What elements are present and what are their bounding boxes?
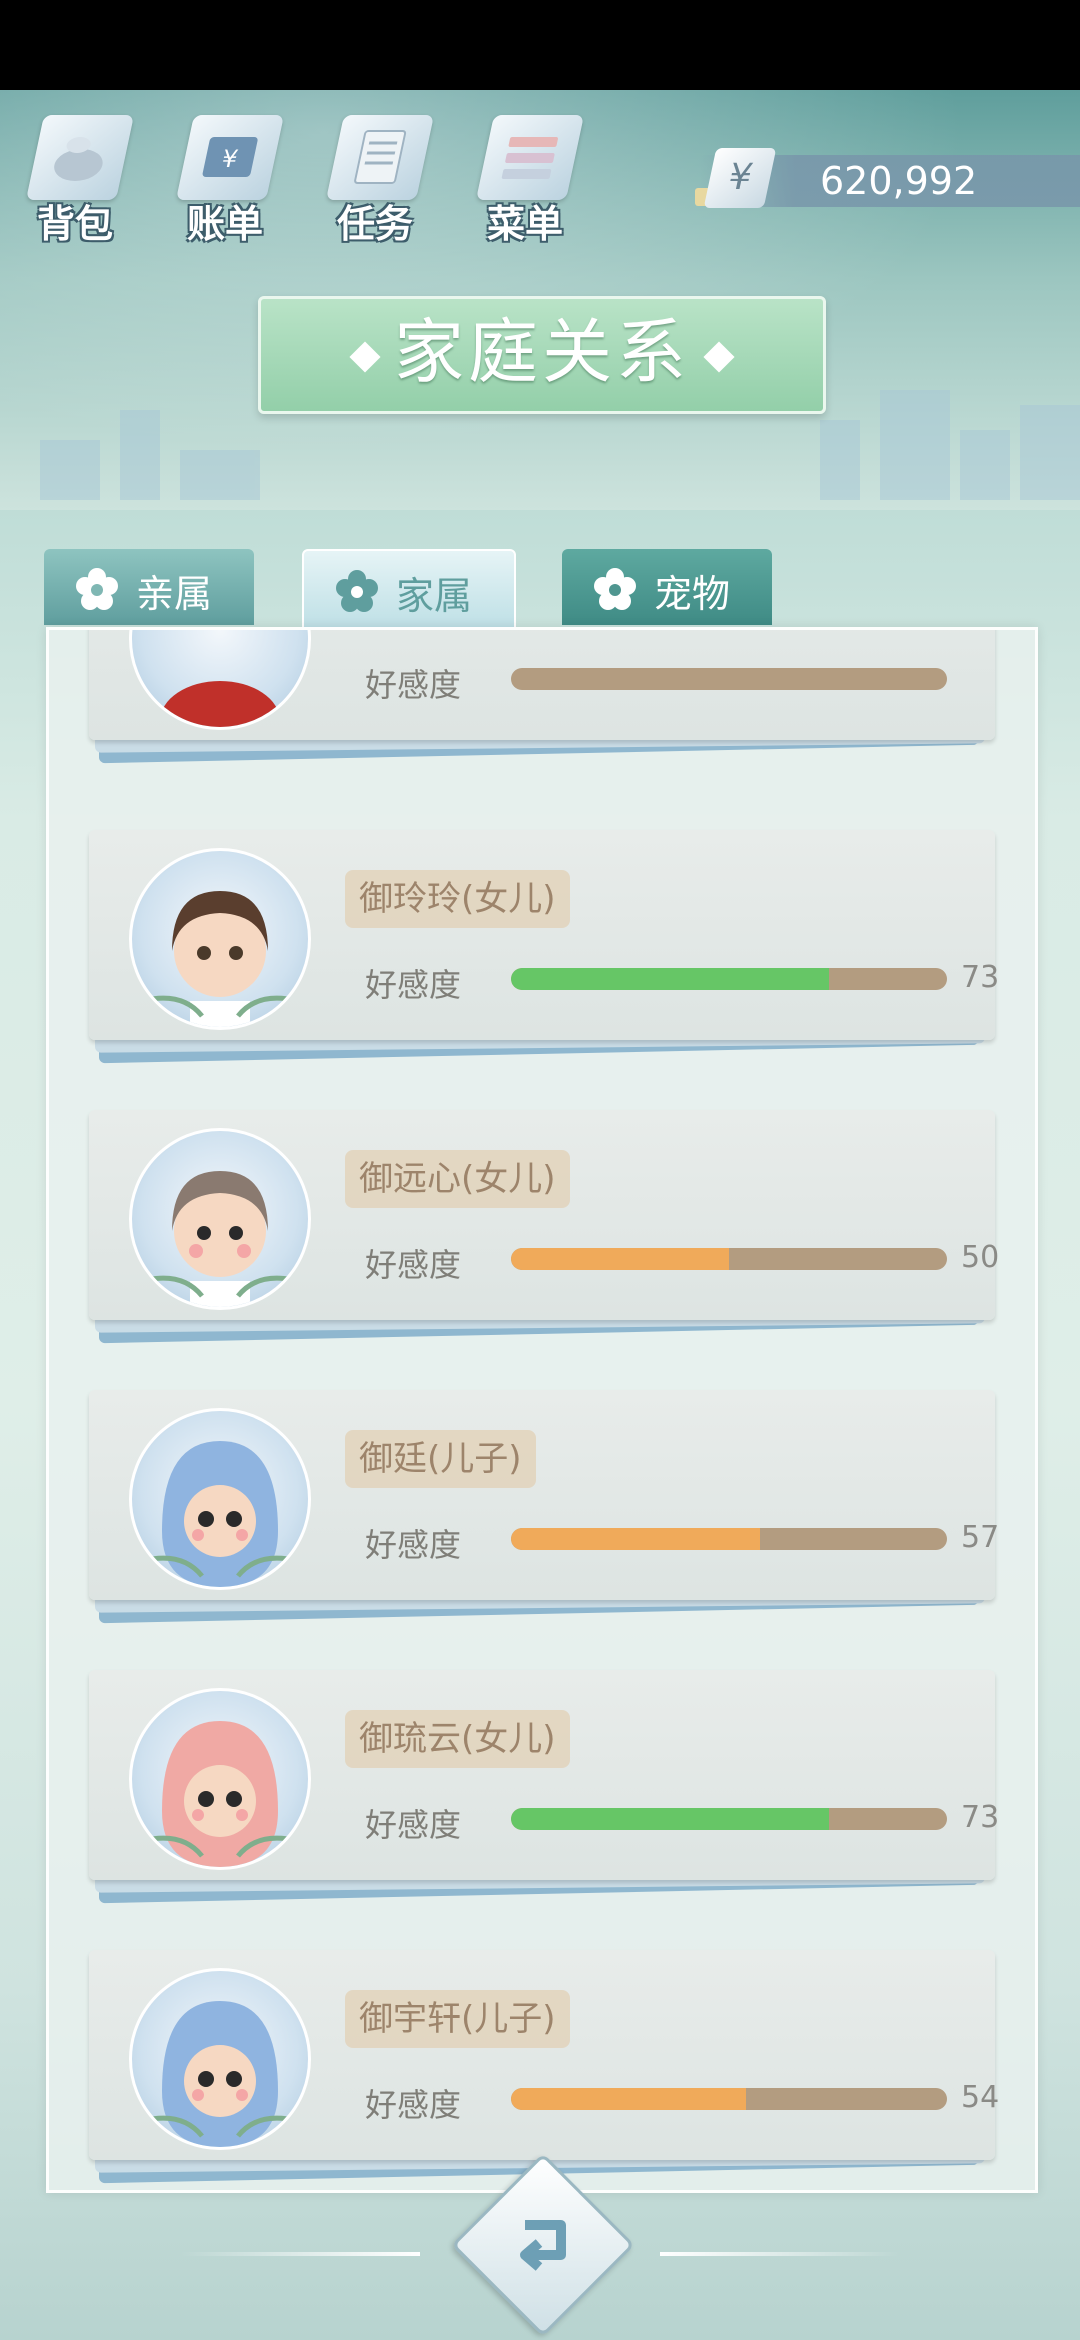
favor-label: 好感度	[365, 1246, 462, 1284]
member-card[interactable]: 御宇轩(儿子) 好感度 54	[89, 1950, 999, 2184]
favor-bar-fill	[511, 968, 830, 990]
member-name: 御宇轩(儿子)	[345, 1990, 570, 2048]
bag-button[interactable]: 背包	[10, 105, 140, 246]
card-face: 御玲玲(女儿) 好感度 73	[89, 830, 999, 1040]
favor-label: 好感度	[365, 666, 462, 704]
card-face: 御廷(儿子) 好感度 57	[89, 1390, 999, 1600]
member-avatar	[129, 630, 311, 730]
bill-button[interactable]: ¥ 账单	[160, 105, 290, 246]
favor-bar-fill	[511, 1528, 760, 1550]
task-button[interactable]: 任务	[310, 105, 440, 246]
member-avatar	[129, 1128, 311, 1310]
bag-icon	[25, 115, 135, 200]
flower-icon	[336, 570, 378, 612]
member-card[interactable]: 御远心(女儿) 好感度 50	[89, 1110, 999, 1344]
member-card[interactable]: 御廷(儿子) 好感度 57	[89, 1390, 999, 1624]
favor-value: 57	[961, 1520, 1000, 1555]
favor-bar	[511, 2088, 947, 2110]
member-name: 御廷(儿子)	[345, 1430, 536, 1488]
tab-family-label: 家属	[396, 574, 473, 618]
member-card[interactable]: 御琉云(女儿) 好感度 73	[89, 1670, 999, 1904]
diamond-icon	[349, 341, 381, 373]
member-list-panel[interactable]: 好感度 御玲玲(女儿) 好感度 73 御远心(女儿) 好感度 50 御廷(儿子) 好感度 57 御…	[46, 627, 1038, 2193]
flower-icon	[76, 568, 118, 610]
favor-bar	[511, 668, 947, 690]
bag-label: 背包	[36, 202, 113, 246]
favor-label: 好感度	[365, 1526, 462, 1564]
status-bar	[0, 0, 1080, 90]
favor-bar	[511, 1248, 947, 1270]
favor-bar	[511, 968, 947, 990]
decor-line-right	[660, 2252, 900, 2256]
member-card-partial[interactable]: 好感度	[89, 630, 995, 764]
card-face: 御宇轩(儿子) 好感度 54	[89, 1950, 999, 2160]
favor-bar-fill	[511, 1808, 830, 1830]
card-face: 御远心(女儿) 好感度 50	[89, 1110, 999, 1320]
page-title-banner: 家庭关系	[258, 296, 826, 414]
member-name: 御琉云(女儿)	[345, 1710, 570, 1768]
favor-label: 好感度	[365, 966, 462, 1004]
favor-value: 73	[961, 1800, 1000, 1835]
currency-amount: 620,992	[820, 159, 978, 203]
favor-value: 54	[961, 2080, 1000, 2115]
tab-relatives-label: 亲属	[136, 572, 213, 616]
member-avatar	[129, 848, 311, 1030]
favor-bar	[511, 1528, 947, 1550]
card-face: 御琉云(女儿) 好感度 73	[89, 1670, 999, 1880]
favor-value: 73	[961, 960, 1000, 995]
bill-icon: ¥	[175, 115, 285, 200]
back-arrow-icon	[520, 2220, 566, 2271]
member-avatar	[129, 1968, 311, 2150]
member-name: 御玲玲(女儿)	[345, 870, 570, 928]
flower-icon	[594, 568, 636, 610]
favor-bar-fill	[511, 2088, 747, 2110]
tab-relatives[interactable]: 亲属	[44, 549, 254, 625]
menu-button[interactable]: 菜单	[460, 105, 590, 246]
decor-line-left	[180, 2252, 420, 2256]
member-name: 御远心(女儿)	[345, 1150, 570, 1208]
member-avatar	[129, 1688, 311, 1870]
task-label: 任务	[336, 202, 413, 246]
diamond-icon	[703, 341, 735, 373]
menu-icon	[475, 115, 585, 200]
task-icon	[325, 115, 435, 200]
favor-label: 好感度	[365, 1806, 462, 1844]
yen-icon: ¥	[703, 148, 777, 208]
member-avatar	[129, 1408, 311, 1590]
tab-pets-label: 宠物	[654, 572, 731, 616]
bill-label: 账单	[186, 202, 263, 246]
favor-bar	[511, 1808, 947, 1830]
favor-bar-fill	[511, 1248, 729, 1270]
menu-label: 菜单	[486, 202, 563, 246]
member-card[interactable]: 御玲玲(女儿) 好感度 73	[89, 830, 999, 1064]
favor-label: 好感度	[365, 2086, 462, 2124]
tab-family[interactable]: 家属	[302, 549, 516, 629]
page-title: 家庭关系	[394, 311, 690, 393]
tab-pets[interactable]: 宠物	[562, 549, 772, 625]
favor-value: 50	[961, 1240, 1000, 1275]
